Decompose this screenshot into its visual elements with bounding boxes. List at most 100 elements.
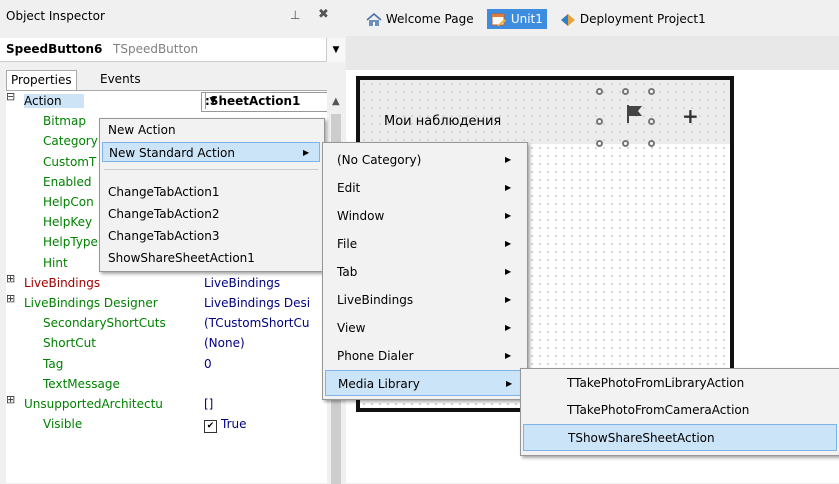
menu-item-label: New Action: [108, 123, 176, 137]
selection-handle[interactable]: [596, 140, 603, 147]
tab-events[interactable]: Events: [96, 70, 145, 90]
property-value[interactable]: LiveBindings Desi: [204, 296, 332, 310]
menu-item-label: TTakePhotoFromCameraAction: [567, 403, 750, 417]
property-value[interactable]: []: [204, 397, 332, 411]
selection-handle[interactable]: [596, 88, 603, 95]
property-value[interactable]: 0: [204, 357, 332, 371]
submenu-arrow-icon: ▶: [505, 323, 512, 332]
menu-item-label: Window: [337, 209, 385, 223]
submenu-arrow-icon: ▶: [505, 211, 512, 220]
property-value-text: True: [221, 417, 247, 432]
action-value-combo[interactable]: :SheetAction1 ▼: [201, 92, 333, 112]
property-name: Action: [24, 94, 84, 108]
property-value[interactable]: LiveBindings: [204, 276, 332, 290]
form-icon: [491, 13, 506, 26]
property-row[interactable]: Tag 0: [6, 354, 327, 374]
property-row[interactable]: SecondaryShortCuts (TCustomShortCu: [6, 313, 327, 333]
tab-properties[interactable]: Properties: [6, 70, 77, 91]
menu-item-label: New Standard Action: [109, 146, 235, 160]
property-value[interactable]: (TCustomShortCu: [204, 316, 332, 330]
menu-item[interactable]: TTakePhotoFromLibraryAction: [523, 370, 837, 397]
action-context-menu: New Action New Standard Action ▶ ChangeTabA…: [99, 118, 325, 272]
menu-item-label: Phone Dialer: [337, 349, 414, 363]
submenu-arrow-icon: ▶: [505, 351, 512, 360]
menu-item[interactable]: Window ▶: [325, 203, 523, 229]
menu-item-label: TShowShareSheetAction: [568, 431, 715, 445]
chevron-down-icon[interactable]: ▼: [205, 93, 220, 109]
form-toolbar[interactable]: Мои наблюдения +: [360, 80, 730, 147]
property-value[interactable]: (None): [204, 336, 332, 350]
menu-item[interactable]: File ▶: [325, 231, 523, 257]
property-row[interactable]: ⊞ LiveBindings Designer LiveBindings Desi: [6, 293, 327, 313]
object-type: TSpeedButton: [113, 42, 199, 56]
selection-handle[interactable]: [648, 118, 655, 125]
menu-item[interactable]: New Standard Action ▶: [102, 142, 320, 162]
chevron-down-icon[interactable]: ▼: [326, 38, 345, 62]
menu-item[interactable]: ChangeTabAction3: [102, 226, 320, 246]
scroll-up-icon[interactable]: ▲: [332, 96, 340, 107]
expand-icon[interactable]: ⊞: [6, 273, 15, 284]
collapse-icon[interactable]: ⊟: [6, 91, 15, 102]
expand-icon[interactable]: ⊞: [6, 293, 15, 304]
menu-item[interactable]: View ▶: [325, 315, 523, 341]
menu-item[interactable]: TTakePhotoFromCameraAction: [523, 397, 837, 424]
menu-item[interactable]: Phone Dialer ▶: [325, 343, 523, 369]
menu-item[interactable]: Edit ▶: [325, 175, 523, 201]
pin-icon[interactable]: ⊥: [290, 8, 300, 22]
menu-item-label: (No Category): [337, 153, 422, 167]
property-row[interactable]: TextMessage: [6, 374, 327, 394]
property-row[interactable]: Visible ✔ True: [6, 414, 327, 434]
menu-item[interactable]: New Action: [102, 120, 320, 140]
selection-handle[interactable]: [648, 140, 655, 147]
property-name: Visible: [43, 417, 83, 432]
selection-handle[interactable]: [622, 88, 629, 95]
selection-handle[interactable]: [622, 140, 629, 147]
property-value[interactable]: ✔ True: [204, 417, 332, 434]
property-row[interactable]: ⊟ Action :SheetAction1 ▼: [6, 91, 333, 112]
close-icon[interactable]: ✖: [318, 7, 329, 22]
property-name: UnsupportedArchitectu: [24, 397, 163, 411]
menu-item-label: File: [337, 237, 358, 251]
selection-handle[interactable]: [596, 118, 603, 125]
tab-unit1[interactable]: Unit1: [487, 9, 547, 29]
menu-item-label: Tab: [337, 265, 358, 279]
object-name: SpeedButton6: [6, 42, 103, 56]
property-name: TextMessage: [43, 376, 120, 391]
property-row[interactable]: ⊞ UnsupportedArchitectu[]: [6, 394, 327, 414]
menu-item[interactable]: ShowShareSheetAction1: [102, 248, 320, 268]
flag-icon[interactable]: [626, 104, 644, 124]
tab-unit1-label: Unit1: [510, 12, 543, 26]
property-row[interactable]: ShortCut (None): [6, 333, 327, 353]
property-name: Tag: [43, 356, 64, 371]
home-icon: [366, 12, 382, 26]
deployment-icon: [561, 13, 575, 26]
menu-separator: [104, 169, 318, 170]
submenu-arrow-icon: ▶: [505, 239, 512, 248]
checkbox-icon[interactable]: ✔: [204, 420, 217, 434]
tab-welcome-page[interactable]: Welcome Page: [366, 9, 474, 29]
menu-item[interactable]: LiveBindings ▶: [325, 287, 523, 313]
menu-item[interactable]: (No Category) ▶: [325, 147, 523, 173]
submenu-arrow-icon: ▶: [505, 267, 512, 276]
menu-item-label: ChangeTabAction2: [108, 207, 220, 221]
inspector-title: Object Inspector: [6, 9, 105, 23]
plus-icon[interactable]: +: [682, 104, 699, 128]
standard-action-submenu: (No Category) ▶ Edit ▶ Window ▶ File ▶ Tab ▶ LiveB…: [322, 142, 528, 400]
expand-icon[interactable]: ⊞: [6, 394, 15, 405]
tab-welcome-label: Welcome Page: [385, 12, 474, 26]
property-row[interactable]: ⊞ LiveBindings LiveBindings: [6, 273, 327, 293]
menu-item-label: ChangeTabAction1: [108, 185, 220, 199]
toolbar-label: Мои наблюдения: [384, 114, 502, 129]
menu-item-label: Media Library: [338, 377, 420, 391]
submenu-arrow-icon: ▶: [505, 155, 512, 164]
object-selector[interactable]: SpeedButton6 TSpeedButton ▼: [0, 38, 345, 62]
menu-item[interactable]: ChangeTabAction2: [102, 204, 320, 224]
tab-deployment-project[interactable]: Deployment Project1: [560, 9, 706, 29]
selection-handle[interactable]: [648, 88, 655, 95]
menu-item[interactable]: Media Library ▶: [325, 370, 523, 396]
property-name: SecondaryShortCuts: [43, 316, 166, 331]
menu-item[interactable]: ChangeTabAction1: [102, 182, 320, 202]
menu-item[interactable]: Tab ▶: [325, 259, 523, 285]
menu-item-label: ChangeTabAction3: [108, 229, 220, 243]
menu-item[interactable]: TShowShareSheetAction: [523, 424, 837, 451]
